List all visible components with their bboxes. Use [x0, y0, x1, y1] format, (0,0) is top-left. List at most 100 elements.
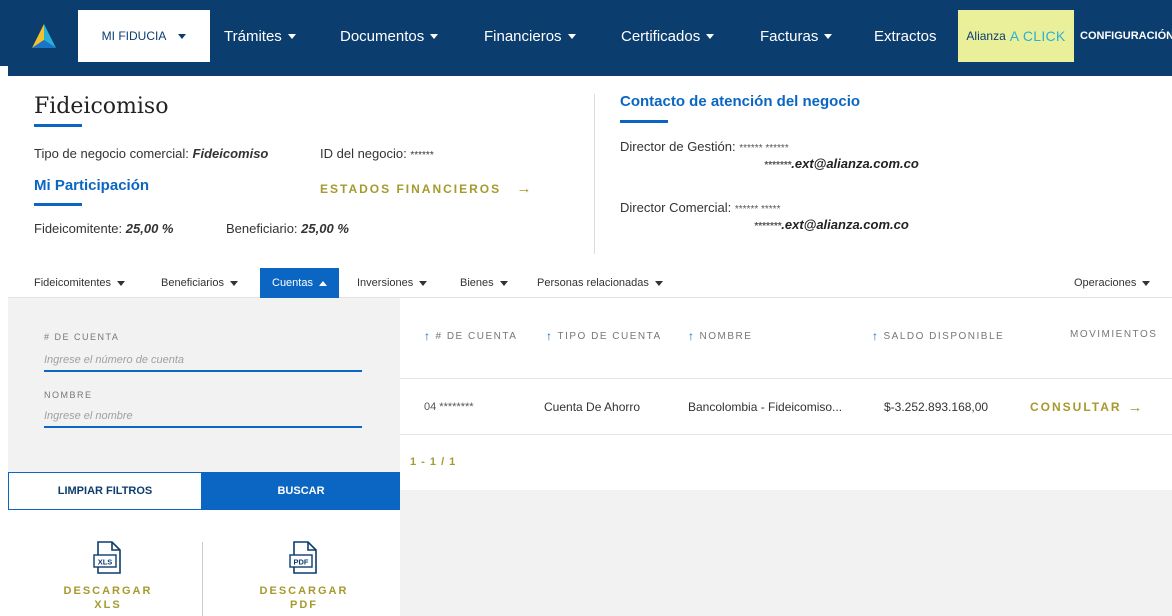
- email-mask: *******: [754, 221, 782, 232]
- table-header: ↑ # DE CUENTA ↑ TIPO DE CUENTA ↑ NOMBRE ↑ SA…: [400, 298, 1172, 378]
- top-navbar: MI FIDUCIA Trámites Documentos Financier…: [0, 0, 1172, 66]
- sort-arrow-up-icon: ↑: [872, 329, 880, 343]
- chevron-down-icon: [430, 33, 439, 39]
- beneficiario-participacion: Beneficiario: 25,00 %: [226, 221, 349, 236]
- header-label: SALDO DISPONIBLE: [883, 330, 1005, 342]
- director-comercial-label: Director Comercial:: [620, 200, 732, 215]
- descargar-xls-line1: DESCARGAR: [63, 585, 153, 597]
- email-domain: .ext@alianza.com.co: [781, 217, 909, 232]
- sort-tipo-header[interactable]: ↑ TIPO DE CUENTA: [546, 329, 662, 343]
- chevron-down-icon: [824, 33, 833, 39]
- alianza-logo-icon: [32, 24, 56, 48]
- id-negocio-value: ******: [410, 150, 434, 161]
- chevron-down-icon: [117, 280, 126, 286]
- nav-certificados[interactable]: Certificados: [621, 10, 715, 62]
- director-comercial-name: ****** *****: [734, 204, 781, 215]
- id-negocio: ID del negocio: ******: [320, 146, 434, 161]
- id-negocio-label: ID del negocio:: [320, 146, 407, 161]
- descargar-xls-button[interactable]: XLS DESCARGAR XLS: [38, 540, 178, 612]
- chevron-up-icon: [318, 280, 327, 286]
- participacion-title: Mi Participación: [34, 177, 150, 194]
- pagination-label: 1 - 1 / 1: [410, 456, 457, 468]
- nav-certificados-label: Certificados: [621, 27, 701, 45]
- alianza-aclick-link[interactable]: Alianza A CLICK: [958, 10, 1074, 62]
- nav-configuracion[interactable]: CONFIGURACIÓN: [1080, 10, 1172, 62]
- chevron-down-icon: [178, 33, 187, 39]
- cuenta-input[interactable]: [44, 350, 362, 372]
- nav-configuracion-label: CONFIGURACIÓN: [1080, 30, 1172, 42]
- cell-nombre: Bancolombia - Fideicomiso...: [688, 400, 843, 414]
- vertical-divider: [594, 94, 595, 254]
- tab-cuentas[interactable]: Cuentas: [260, 268, 339, 298]
- tab-operaciones[interactable]: Operaciones: [1074, 268, 1151, 298]
- nav-extractos[interactable]: Extractos: [874, 10, 937, 62]
- sort-nombre-header[interactable]: ↑ NOMBRE: [688, 329, 752, 343]
- descargar-pdf-button[interactable]: PDF DESCARGAR PDF: [234, 540, 374, 612]
- nav-financieros[interactable]: Financieros: [484, 10, 576, 62]
- beneficiario-label: Beneficiario:: [226, 221, 298, 236]
- tipo-negocio-value: Fideicomiso: [192, 146, 269, 161]
- cell-cuenta: 04 ********: [424, 401, 474, 413]
- movimientos-header: MOVIMIENTOS: [1070, 329, 1157, 340]
- table-row: 04 ******** Cuenta De Ahorro Bancolombia…: [400, 378, 1172, 434]
- download-divider: [202, 542, 203, 616]
- header-label: TIPO DE CUENTA: [557, 330, 662, 342]
- chevron-down-icon: [419, 280, 428, 286]
- director-comercial-email[interactable]: *******.ext@alianza.com.co: [754, 217, 909, 232]
- chevron-down-icon: [499, 280, 508, 286]
- tab-label: Bienes: [460, 277, 494, 289]
- sort-cuenta-header[interactable]: ↑ # DE CUENTA: [424, 329, 517, 343]
- estados-financieros-link[interactable]: ESTADOS FINANCIEROS →: [320, 180, 533, 197]
- nav-mi-fiducia[interactable]: MI FIDUCIA: [78, 10, 210, 62]
- nav-tramites[interactable]: Trámites: [224, 10, 296, 62]
- nombre-input[interactable]: [44, 406, 362, 428]
- header-label: # DE CUENTA: [435, 330, 518, 342]
- director-gestion-name: ****** ******: [739, 143, 789, 154]
- director-comercial: Director Comercial: ****** *****: [620, 200, 780, 215]
- nav-financieros-label: Financieros: [484, 27, 562, 45]
- tab-fideicomitentes[interactable]: Fideicomitentes: [34, 268, 126, 298]
- tab-label: Fideicomitentes: [34, 277, 112, 289]
- tab-personas-relacionadas[interactable]: Personas relacionadas: [537, 268, 663, 298]
- nav-facturas[interactable]: Facturas: [760, 10, 833, 62]
- consultar-link[interactable]: CONSULTAR →: [1030, 379, 1145, 435]
- tab-label: Operaciones: [1074, 277, 1137, 289]
- descargar-pdf-line1: DESCARGAR: [259, 585, 349, 597]
- nav-documentos[interactable]: Documentos: [340, 10, 439, 62]
- aclick-brand: A CLICK: [1009, 28, 1066, 44]
- director-gestion-email[interactable]: *******.ext@alianza.com.co: [764, 156, 919, 171]
- sort-saldo-header[interactable]: ↑ SALDO DISPONIBLE: [872, 329, 1004, 343]
- tab-beneficiarios[interactable]: Beneficiarios: [161, 268, 238, 298]
- tab-inversiones[interactable]: Inversiones: [357, 268, 428, 298]
- alianza-logo[interactable]: [10, 10, 78, 62]
- nav-extractos-label: Extractos: [874, 27, 937, 45]
- business-info-card: Fideicomiso Tipo de negocio comercial: F…: [8, 76, 1172, 262]
- participacion-underline: [34, 203, 82, 206]
- tab-label: Personas relacionadas: [537, 277, 649, 289]
- director-gestion-label: Director de Gestión:: [620, 139, 736, 154]
- fideicomitente-value: 25,00 %: [125, 221, 174, 236]
- descargar-xls-line2: XLS: [94, 599, 122, 611]
- descargar-pdf-label: DESCARGAR PDF: [260, 584, 349, 612]
- pdf-file-icon: PDF: [289, 541, 317, 574]
- tab-bienes[interactable]: Bienes: [460, 268, 508, 298]
- pagination: 1 - 1 / 1: [400, 434, 1172, 490]
- xls-file-icon: XLS: [93, 541, 121, 574]
- buscar-button[interactable]: BUSCAR: [202, 472, 400, 510]
- title-underline: [34, 124, 82, 127]
- arrow-right-icon: →: [516, 180, 534, 197]
- header-label: NOMBRE: [699, 330, 753, 342]
- tab-label: Beneficiarios: [161, 277, 224, 289]
- limpiar-filtros-button[interactable]: LIMPIAR FILTROS: [8, 472, 202, 510]
- email-domain: .ext@alianza.com.co: [791, 156, 919, 171]
- aclick-prefix: Alianza: [966, 29, 1006, 43]
- nombre-filter-label: NOMBRE: [44, 390, 93, 400]
- chevron-down-icon: [229, 280, 238, 286]
- arrow-right-icon: →: [1127, 398, 1145, 416]
- cell-saldo: $-3.252.893.168,00: [884, 400, 989, 414]
- fideicomitente-participacion: Fideicomitente: 25,00 %: [34, 221, 173, 236]
- tab-label: Cuentas: [272, 277, 313, 289]
- download-area: XLS DESCARGAR XLS PDF DESCARGAR PDF: [8, 510, 400, 616]
- estados-financieros-label: ESTADOS FINANCIEROS: [320, 182, 502, 196]
- tipo-negocio: Tipo de negocio comercial: Fideicomiso: [34, 146, 268, 161]
